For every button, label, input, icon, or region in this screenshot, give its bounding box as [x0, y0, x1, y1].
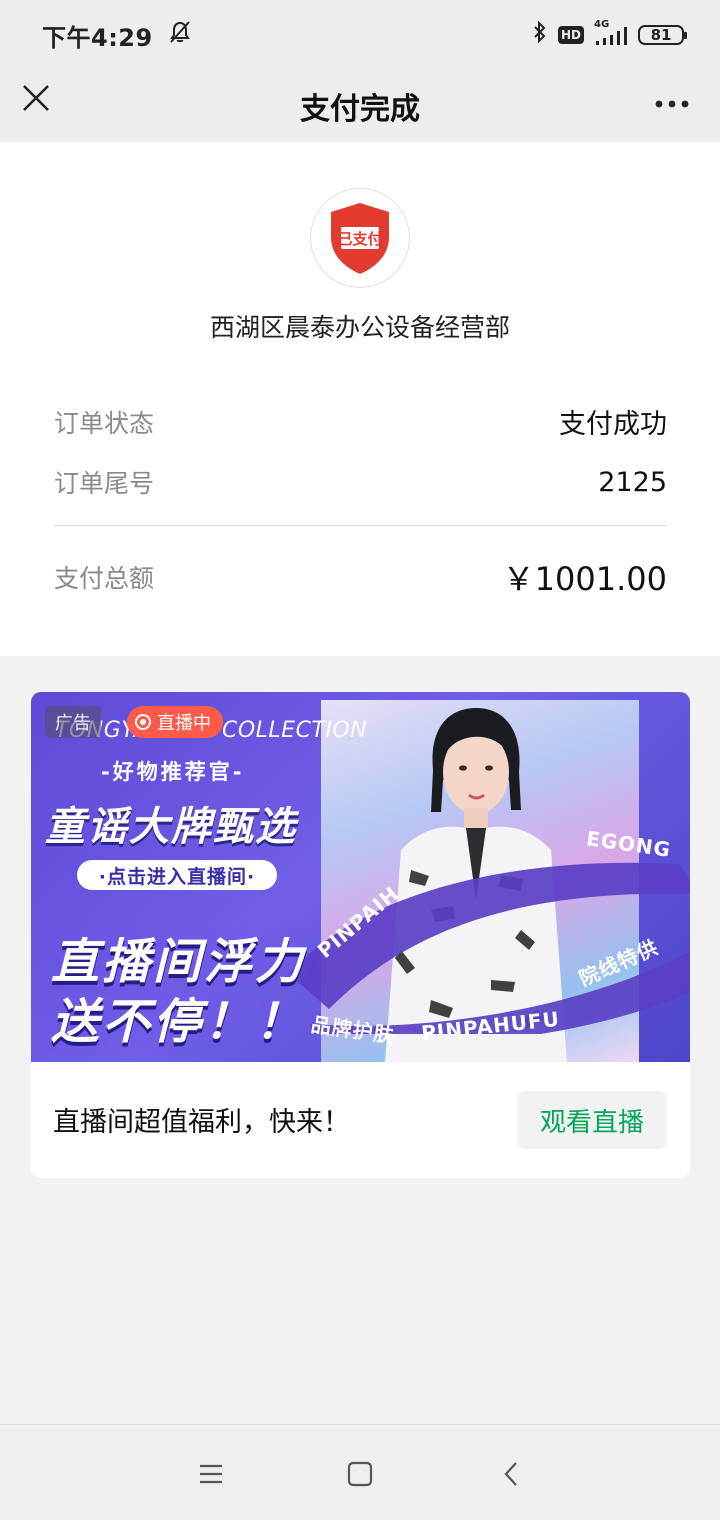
enter-live-room-button[interactable]: ·点击进入直播间·	[77, 860, 277, 890]
more-options-icon[interactable]	[654, 94, 690, 108]
total-amount-label: 支付总额	[54, 564, 155, 593]
ad-slogan-line2: 送不停！！	[51, 994, 307, 1050]
status-bar: 下午4:29 HD 4G 81	[0, 0, 720, 70]
order-status-row: 订单状态 支付成功	[54, 402, 667, 441]
bluetooth-icon	[532, 20, 548, 50]
status-time: 下午4:29	[42, 23, 153, 52]
mute-bell-icon	[167, 19, 193, 51]
order-suffix-row: 订单尾号 2125	[54, 464, 667, 500]
signal-icon: 4G	[594, 19, 628, 47]
network-type: 4G	[594, 19, 610, 30]
order-suffix-label: 订单尾号	[54, 469, 155, 498]
merchant-logo: 已支付	[310, 188, 410, 288]
order-suffix-value: 2125	[598, 466, 667, 498]
ad-card[interactable]: PINPAIH EGONG 品牌护肤 PINPAHUFU 院线特供 TONGYA…	[31, 692, 690, 1178]
merchant-name: 西湖区晨泰办公设备经营部	[209, 313, 510, 342]
ad-label-badge: 广告	[45, 706, 101, 738]
live-dot-icon	[135, 714, 151, 730]
divider	[54, 525, 667, 526]
back-icon[interactable]	[497, 1459, 527, 1489]
close-icon[interactable]	[20, 82, 52, 114]
total-amount-row: 支付总额 ￥1001.00	[54, 554, 667, 600]
live-badge-text: 直播中	[157, 713, 211, 734]
order-status-value: 支付成功	[559, 409, 667, 440]
watch-live-button[interactable]: 观看直播	[517, 1091, 667, 1149]
order-status-label: 订单状态	[54, 408, 155, 438]
payment-receipt: 已支付 西湖区晨泰办公设备经营部 订单状态 支付成功 订单尾号 2125 支付总…	[0, 142, 720, 656]
page-title: 支付完成	[300, 92, 420, 127]
live-badge: 直播中	[127, 706, 223, 738]
ad-banner-image[interactable]: PINPAIH EGONG 品牌护肤 PINPAHUFU 院线特供 TONGYA…	[31, 692, 690, 1062]
ad-subtitle: -好物推荐官-	[101, 760, 245, 784]
ad-caption: 直播间超值福利，快来！	[53, 1107, 350, 1138]
home-icon[interactable]	[345, 1459, 375, 1489]
system-nav-bar	[0, 1424, 720, 1520]
hd-badge: HD	[557, 26, 584, 44]
battery-indicator: 81	[638, 25, 687, 45]
menu-icon[interactable]	[196, 1459, 226, 1489]
logo-text: 已支付	[337, 230, 383, 248]
total-amount-value: ￥1001.00	[502, 560, 667, 598]
title-bar: 支付完成	[0, 70, 720, 142]
ad-main-title: 童谣大牌甄选	[45, 804, 297, 850]
